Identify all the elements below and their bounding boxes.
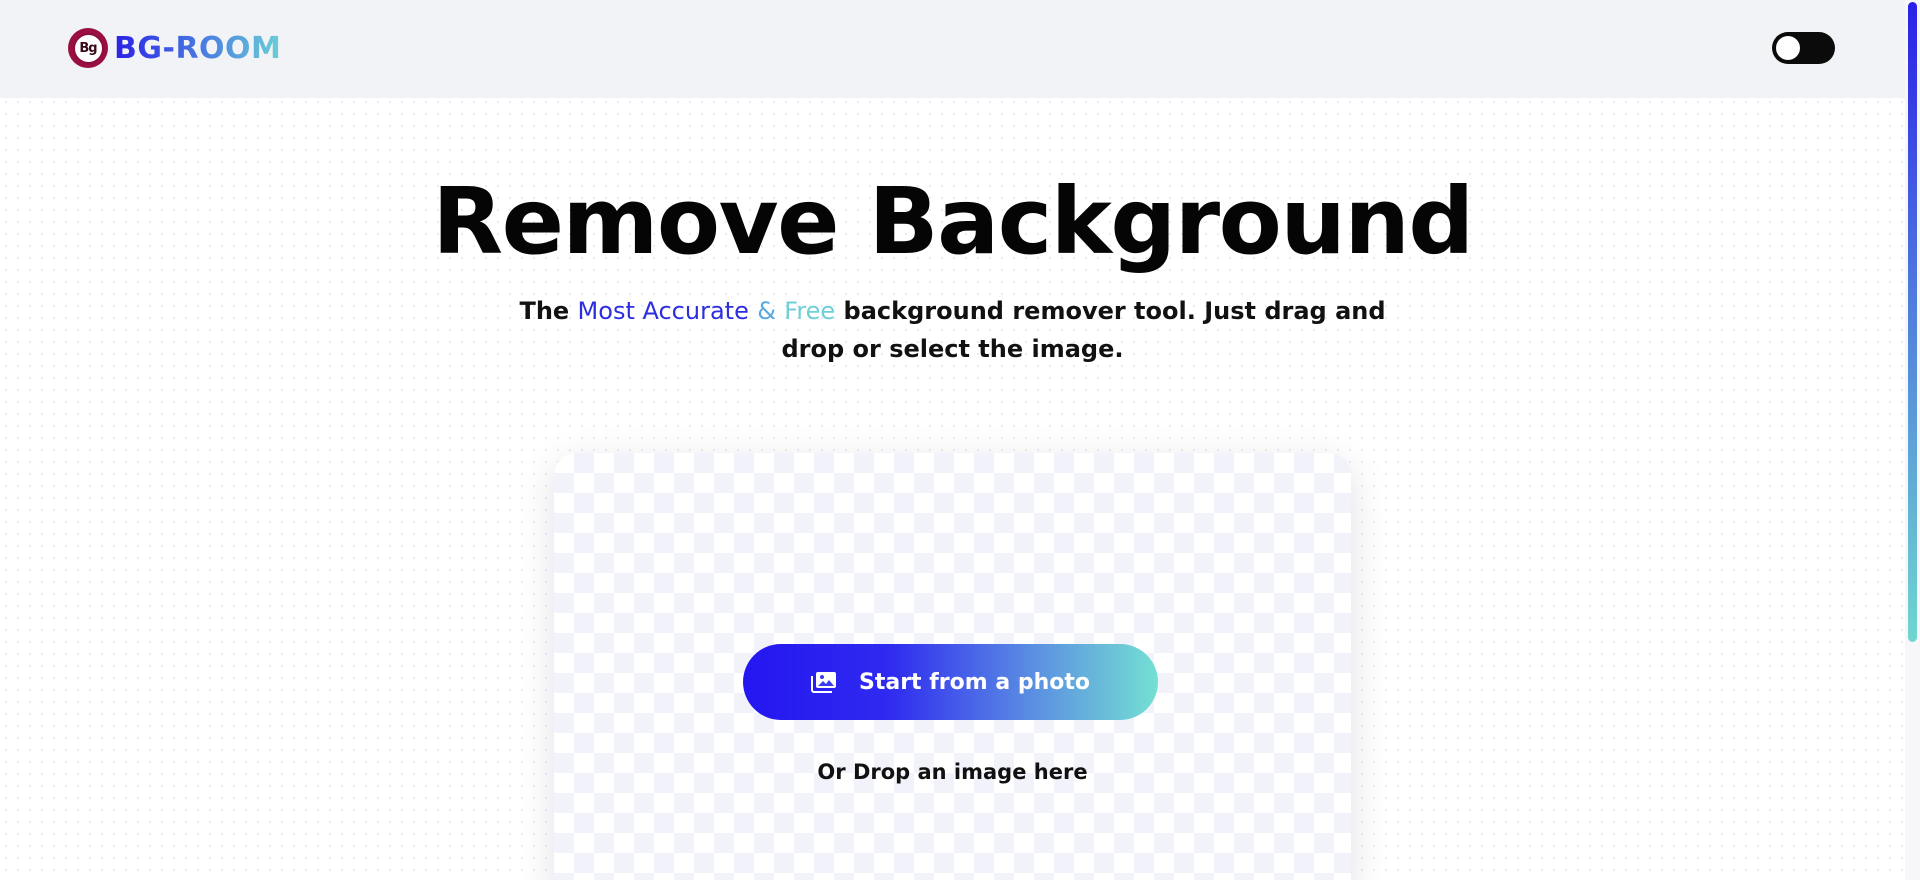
subtitle-prefix: The	[519, 297, 578, 325]
brand-logo[interactable]: Bg BG-ROOM	[68, 28, 281, 68]
logo-text: BG-ROOM	[114, 30, 282, 66]
start-from-photo-label: Start from a photo	[858, 669, 1090, 695]
page-scrollbar[interactable]	[1905, 0, 1920, 880]
start-from-photo-button[interactable]: Start from a photo	[743, 644, 1158, 720]
logo-badge-text: Bg	[72, 32, 104, 64]
subtitle-highlight-amp: &	[757, 297, 776, 325]
top-header: Bg BG-ROOM	[0, 0, 1905, 98]
toggle-knob	[1776, 36, 1800, 60]
subtitle-highlight-accurate: Most Accurate	[577, 297, 749, 325]
logo-badge-icon: Bg	[68, 28, 108, 68]
subtitle-highlight-free: Free	[784, 297, 836, 325]
theme-toggle[interactable]	[1772, 32, 1835, 64]
drop-hint-text: Or Drop an image here	[817, 760, 1088, 784]
subtitle-suffix: background remover tool. Just drag and d…	[781, 297, 1386, 363]
page-title: Remove Background	[432, 168, 1474, 275]
image-gallery-icon	[810, 671, 837, 693]
page-subtitle: The Most Accurate & Free background remo…	[510, 292, 1395, 368]
scrollbar-thumb[interactable]	[1908, 2, 1917, 642]
